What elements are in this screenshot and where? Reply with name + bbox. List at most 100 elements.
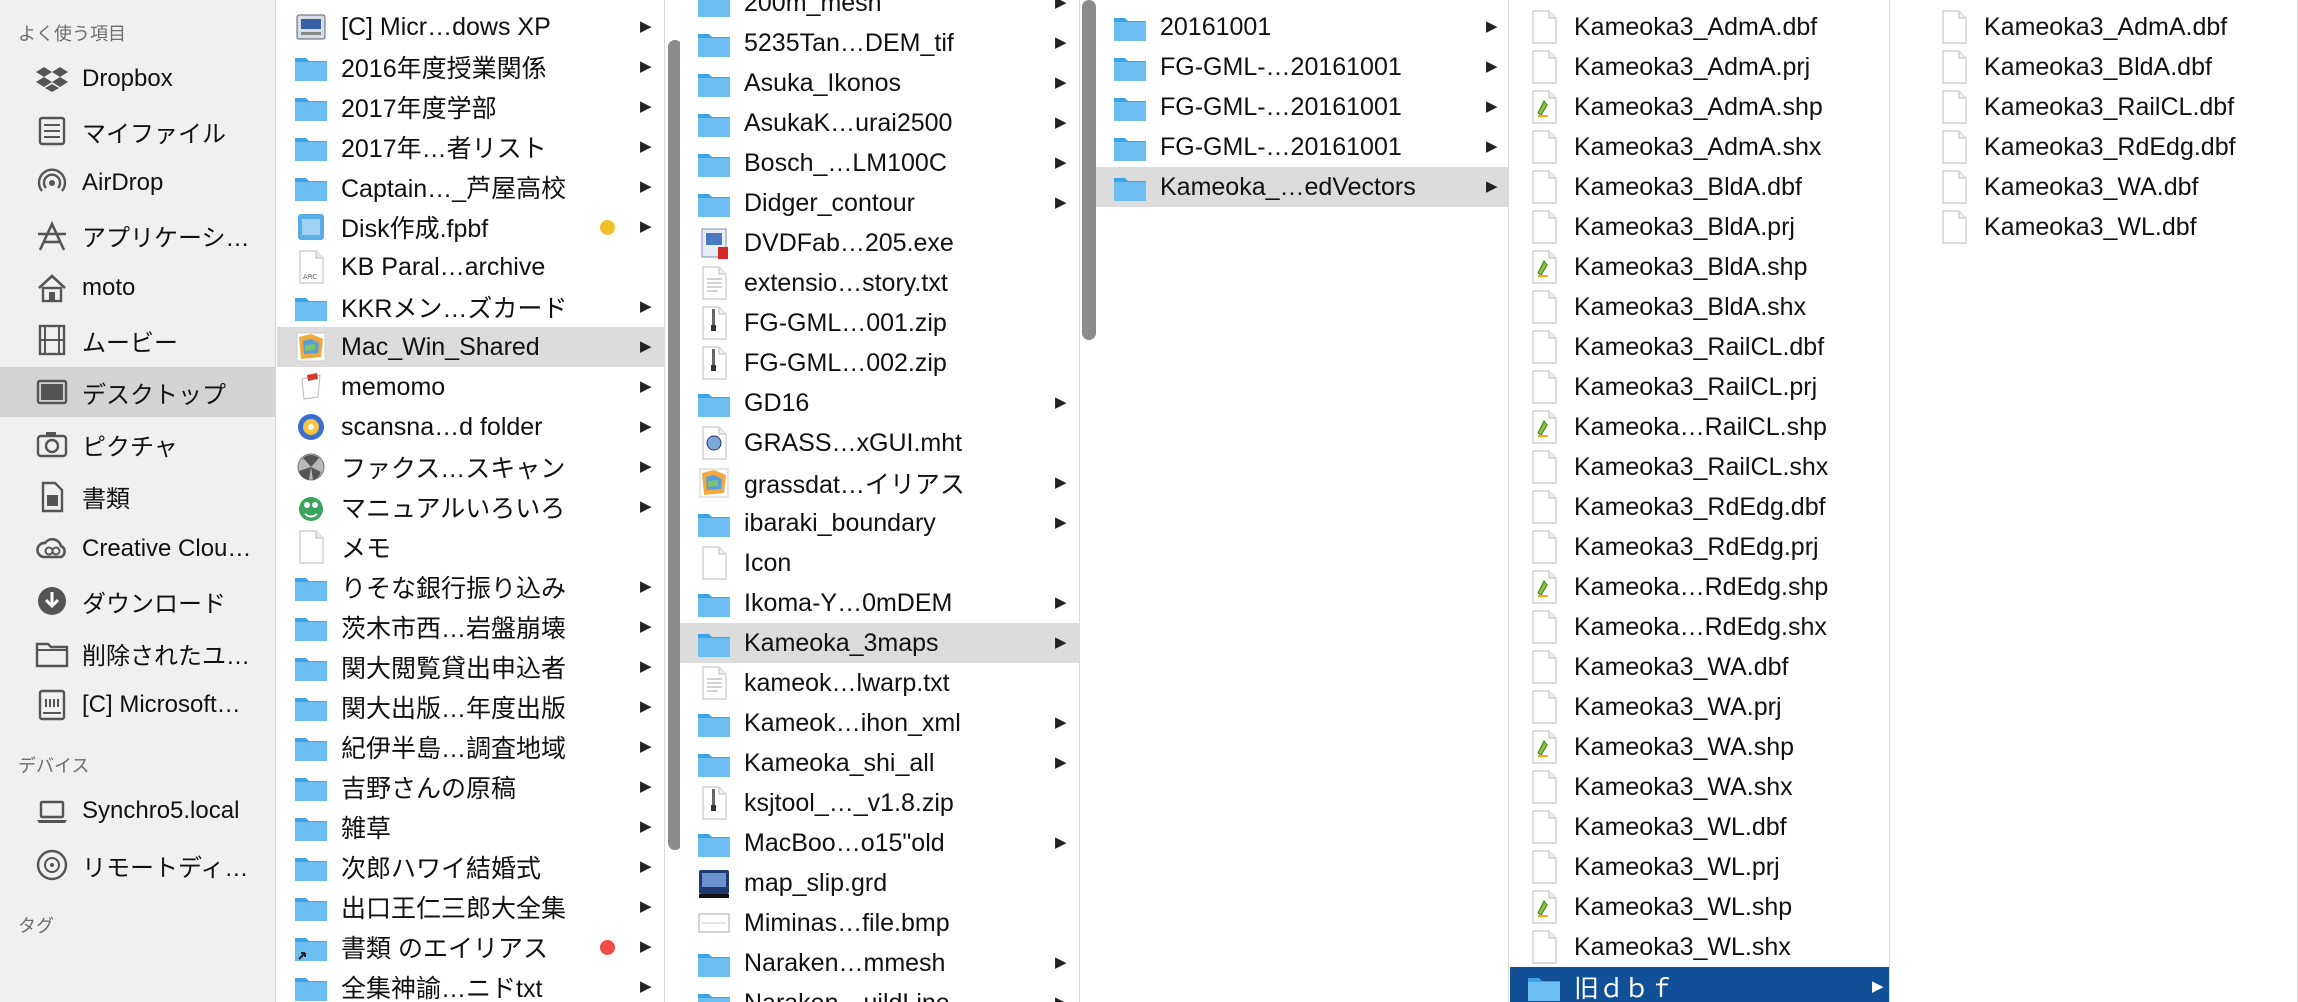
file-row[interactable]: FG-GML…001.zip	[680, 303, 1079, 343]
file-row[interactable]: Kameoka3_BldA.shx	[1510, 287, 1889, 327]
folder-row[interactable]: 紀伊半島…調査地域 ▶	[277, 727, 664, 767]
sidebar-item[interactable]: Synchro5.local	[0, 786, 275, 836]
file-row[interactable]: Kameoka3_RailCL.shx	[1510, 447, 1889, 487]
file-row[interactable]: Icon	[680, 543, 1079, 583]
file-row[interactable]: memomo ▶	[277, 367, 664, 407]
sidebar-item[interactable]: ムービー	[0, 315, 275, 365]
file-row[interactable]: Kameoka3_RailCL.dbf	[1920, 87, 2297, 127]
file-row[interactable]: Kameoka3_BldA.dbf	[1920, 47, 2297, 87]
folder-row[interactable]: 次郎ハワイ結婚式 ▶	[277, 847, 664, 887]
file-row[interactable]: scansna…d folder ▶	[277, 407, 664, 447]
sidebar-item[interactable]: デスクトップ	[0, 367, 275, 418]
file-row[interactable]: Kameoka…RdEdg.shx	[1510, 607, 1889, 647]
folder-row[interactable]: Naraken…uildLine▶	[680, 983, 1079, 1002]
file-row[interactable]: Kameoka…RdEdg.shp	[1510, 567, 1889, 607]
file-row[interactable]: Kameoka3_RdEdg.dbf	[1920, 127, 2297, 167]
file-row[interactable]: ファクス…スキャン ▶	[277, 447, 664, 487]
sidebar-item[interactable]: ダウンロード	[0, 576, 275, 626]
folder-row[interactable]: りそな銀行振り込み ▶	[277, 567, 664, 607]
sidebar-item[interactable]: Dropbox	[0, 54, 275, 104]
file-row[interactable]: [C] Micr…dows XP ▶	[277, 7, 664, 47]
folder-row[interactable]: MacBoo…o15"old ▶	[680, 823, 1079, 863]
file-row[interactable]: GRASS…xGUI.mht	[680, 423, 1079, 463]
file-row[interactable]: FG-GML…002.zip	[680, 343, 1079, 383]
folder-row[interactable]: Captain…_芦屋高校 ▶	[277, 167, 664, 207]
sidebar-item[interactable]: 書類	[0, 472, 275, 522]
file-row[interactable]: Kameoka3_WL.shx	[1510, 927, 1889, 967]
file-row[interactable]: Kameoka3_WL.shp	[1510, 887, 1889, 927]
file-row[interactable]: Kameoka3_BldA.dbf	[1510, 167, 1889, 207]
file-row[interactable]: Kameoka3_AdmA.prj	[1510, 47, 1889, 87]
file-row[interactable]: Kameoka3_BldA.shp	[1510, 247, 1889, 287]
sidebar-item[interactable]: アプリケーシ…	[0, 211, 275, 261]
file-row[interactable]: map_slip.grd	[680, 863, 1079, 903]
folder-row[interactable]: 2017年…者リスト ▶	[277, 127, 664, 167]
folder-row[interactable]: 20161001 ▶	[1096, 7, 1508, 47]
sidebar-item[interactable]: [C] Microsoft…	[0, 680, 275, 730]
sidebar-item[interactable]: マイファイル	[0, 106, 275, 156]
file-row[interactable]: Kameoka3_WA.shp	[1510, 727, 1889, 767]
folder-row[interactable]: AsukaK…urai2500 ▶	[680, 103, 1079, 143]
folder-row[interactable]: grassdat…イリアス ▶	[680, 463, 1079, 503]
folder-row[interactable]: Kameok…ihon_xml ▶	[680, 703, 1079, 743]
file-row[interactable]: Kameoka3_WA.dbf	[1920, 167, 2297, 207]
folder-row[interactable]: Kameoka_3maps ▶	[680, 623, 1079, 663]
file-row[interactable]: Kameoka3_AdmA.shp	[1510, 87, 1889, 127]
file-row[interactable]: Kameoka3_RdEdg.prj	[1510, 527, 1889, 567]
file-row[interactable]: Miminas…file.bmp	[680, 903, 1079, 943]
folder-row[interactable]: GD16 ▶	[680, 383, 1079, 423]
folder-row[interactable]: 2016年度授業関係 ▶	[277, 47, 664, 87]
file-row[interactable]: Kameoka3_WA.dbf	[1510, 647, 1889, 687]
folder-row[interactable]: Asuka_Ikonos ▶	[680, 63, 1079, 103]
folder-row[interactable]: 関大出版…年度出版 ▶	[277, 687, 664, 727]
file-row[interactable]: Kameoka…RailCL.shp	[1510, 407, 1889, 447]
folder-row[interactable]: Kameoka_…edVectors ▶	[1096, 167, 1508, 207]
folder-row[interactable]: KKRメン…ズカード ▶	[277, 287, 664, 327]
sidebar-item[interactable]: moto	[0, 263, 275, 313]
sidebar-item[interactable]: 削除されたユ…	[0, 628, 275, 678]
folder-row[interactable]: 2017年度学部 ▶	[277, 87, 664, 127]
file-row[interactable]: extensio…story.txt	[680, 263, 1079, 303]
folder-row[interactable]: 書類 のエイリアス ▶	[277, 927, 664, 967]
sidebar-item[interactable]: リモートディ…	[0, 840, 275, 890]
file-row[interactable]: Kameoka3_WL.prj	[1510, 847, 1889, 887]
file-row[interactable]: Kameoka3_AdmA.dbf	[1510, 7, 1889, 47]
sidebar-item[interactable]: AirDrop	[0, 158, 275, 208]
file-row[interactable]: ksjtool_…_v1.8.zip	[680, 783, 1079, 823]
folder-row[interactable]: Naraken…mmesh ▶	[680, 943, 1079, 983]
folder-row[interactable]: Didger_contour ▶	[680, 183, 1079, 223]
file-row[interactable]: Kameoka3_WA.prj	[1510, 687, 1889, 727]
folder-row[interactable]: 全集神諭…ニドtxt ▶	[277, 967, 664, 1002]
sidebar-item[interactable]: ピクチャ	[0, 419, 275, 469]
folder-row[interactable]: 吉野さんの原稿 ▶	[277, 767, 664, 807]
folder-row[interactable]: Bosch_…LM100C ▶	[680, 143, 1079, 183]
folder-row[interactable]: FG-GML-…20161001 ▶	[1096, 127, 1508, 167]
folder-row[interactable]: Mac_Win_Shared ▶	[277, 327, 664, 367]
folder-row[interactable]: FG-GML-…20161001 ▶	[1096, 47, 1508, 87]
folder-row[interactable]: 5235Tan…DEM_tif ▶	[680, 23, 1079, 63]
folder-row[interactable]: 200m_mesh ▶	[680, 0, 1079, 23]
file-row[interactable]: Kameoka3_WA.shx	[1510, 767, 1889, 807]
folder-row[interactable]: 雑草 ▶	[277, 807, 664, 847]
folder-row[interactable]: ibaraki_boundary ▶	[680, 503, 1079, 543]
folder-row[interactable]: FG-GML-…20161001 ▶	[1096, 87, 1508, 127]
sidebar-item[interactable]: Creative Clou…	[0, 524, 275, 574]
file-row[interactable]: Kameoka3_WL.dbf	[1510, 807, 1889, 847]
file-row[interactable]: Kameoka3_RailCL.dbf	[1510, 327, 1889, 367]
file-row[interactable]: kameok…lwarp.txt	[680, 663, 1079, 703]
folder-row[interactable]: 茨木市西…岩盤崩壊 ▶	[277, 607, 664, 647]
file-row[interactable]: Kameoka3_WL.dbf	[1920, 207, 2297, 247]
file-row[interactable]: メモ	[277, 527, 664, 567]
file-row[interactable]: DVDFab…205.exe	[680, 223, 1079, 263]
folder-row[interactable]: Kameoka_shi_all ▶	[680, 743, 1079, 783]
file-row[interactable]: ARC KB Paral…archive	[277, 247, 664, 287]
folder-row[interactable]: 旧ｄｂｆ ▶	[1510, 967, 1889, 1002]
file-row[interactable]: Kameoka3_AdmA.dbf	[1920, 7, 2297, 47]
folder-row[interactable]: Ikoma-Y…0mDEM ▶	[680, 583, 1079, 623]
file-row[interactable]: Kameoka3_RdEdg.dbf	[1510, 487, 1889, 527]
file-row[interactable]: マニュアルいろいろ ▶	[277, 487, 664, 527]
file-row[interactable]: Disk作成.fpbf ▶	[277, 207, 664, 247]
folder-row[interactable]: 出口王仁三郎大全集 ▶	[277, 887, 664, 927]
column-scrollbar[interactable]	[1082, 0, 1096, 340]
folder-row[interactable]: 関大閲覧貸出申込者 ▶	[277, 647, 664, 687]
